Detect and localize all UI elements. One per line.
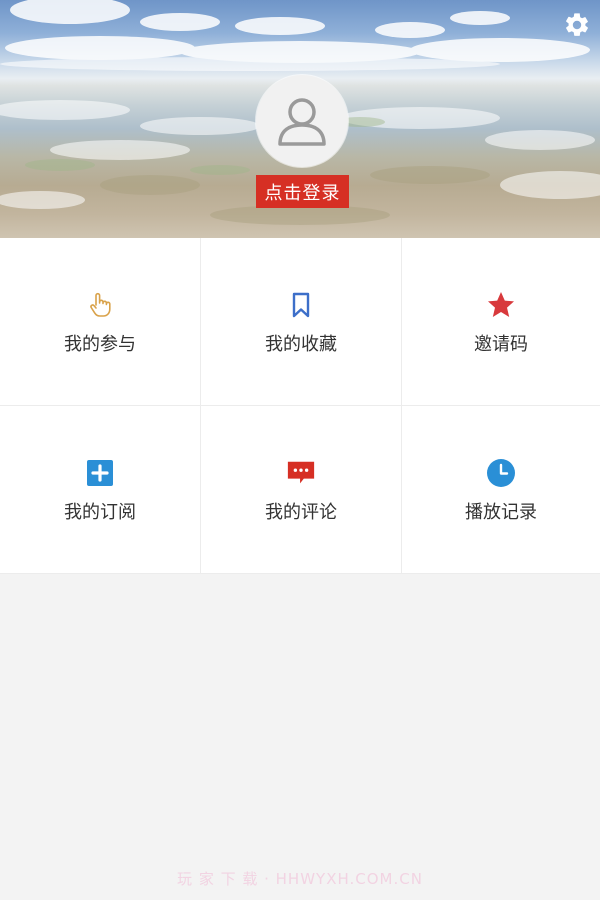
menu-item-label: 邀请码 [474, 334, 528, 355]
menu-item-label: 播放记录 [465, 502, 537, 523]
comment-icon [286, 458, 316, 488]
menu-item-label: 我的参与 [64, 334, 136, 355]
menu-item-favorites[interactable]: 我的收藏 [201, 238, 402, 406]
menu-grid: 我的参与 我的收藏 邀请码 我的订阅 我的评论 播放记录 [0, 238, 600, 574]
menu-item-label: 我的收藏 [265, 334, 337, 355]
profile-banner: 点击登录 [0, 0, 600, 238]
login-button[interactable]: 点击登录 [256, 175, 349, 208]
menu-item-subscriptions[interactable]: 我的订阅 [0, 406, 201, 574]
menu-item-invite-code[interactable]: 邀请码 [402, 238, 600, 406]
bookmark-icon [286, 290, 316, 320]
star-icon [486, 290, 516, 320]
watermark-text: 玩 家 下 载 · HHWYXH.COM.CN [177, 870, 423, 888]
user-icon [278, 98, 326, 146]
menu-item-label: 我的订阅 [64, 502, 136, 523]
menu-item-label: 我的评论 [265, 502, 337, 523]
gear-icon [566, 13, 588, 36]
menu-item-play-history[interactable]: 播放记录 [402, 406, 600, 574]
menu-item-comments[interactable]: 我的评论 [201, 406, 402, 574]
hand-pointer-icon [85, 290, 115, 320]
plus-square-icon [85, 458, 115, 488]
clock-icon [486, 458, 516, 488]
settings-button[interactable] [560, 8, 594, 42]
avatar[interactable] [256, 75, 348, 167]
menu-item-participation[interactable]: 我的参与 [0, 238, 201, 406]
